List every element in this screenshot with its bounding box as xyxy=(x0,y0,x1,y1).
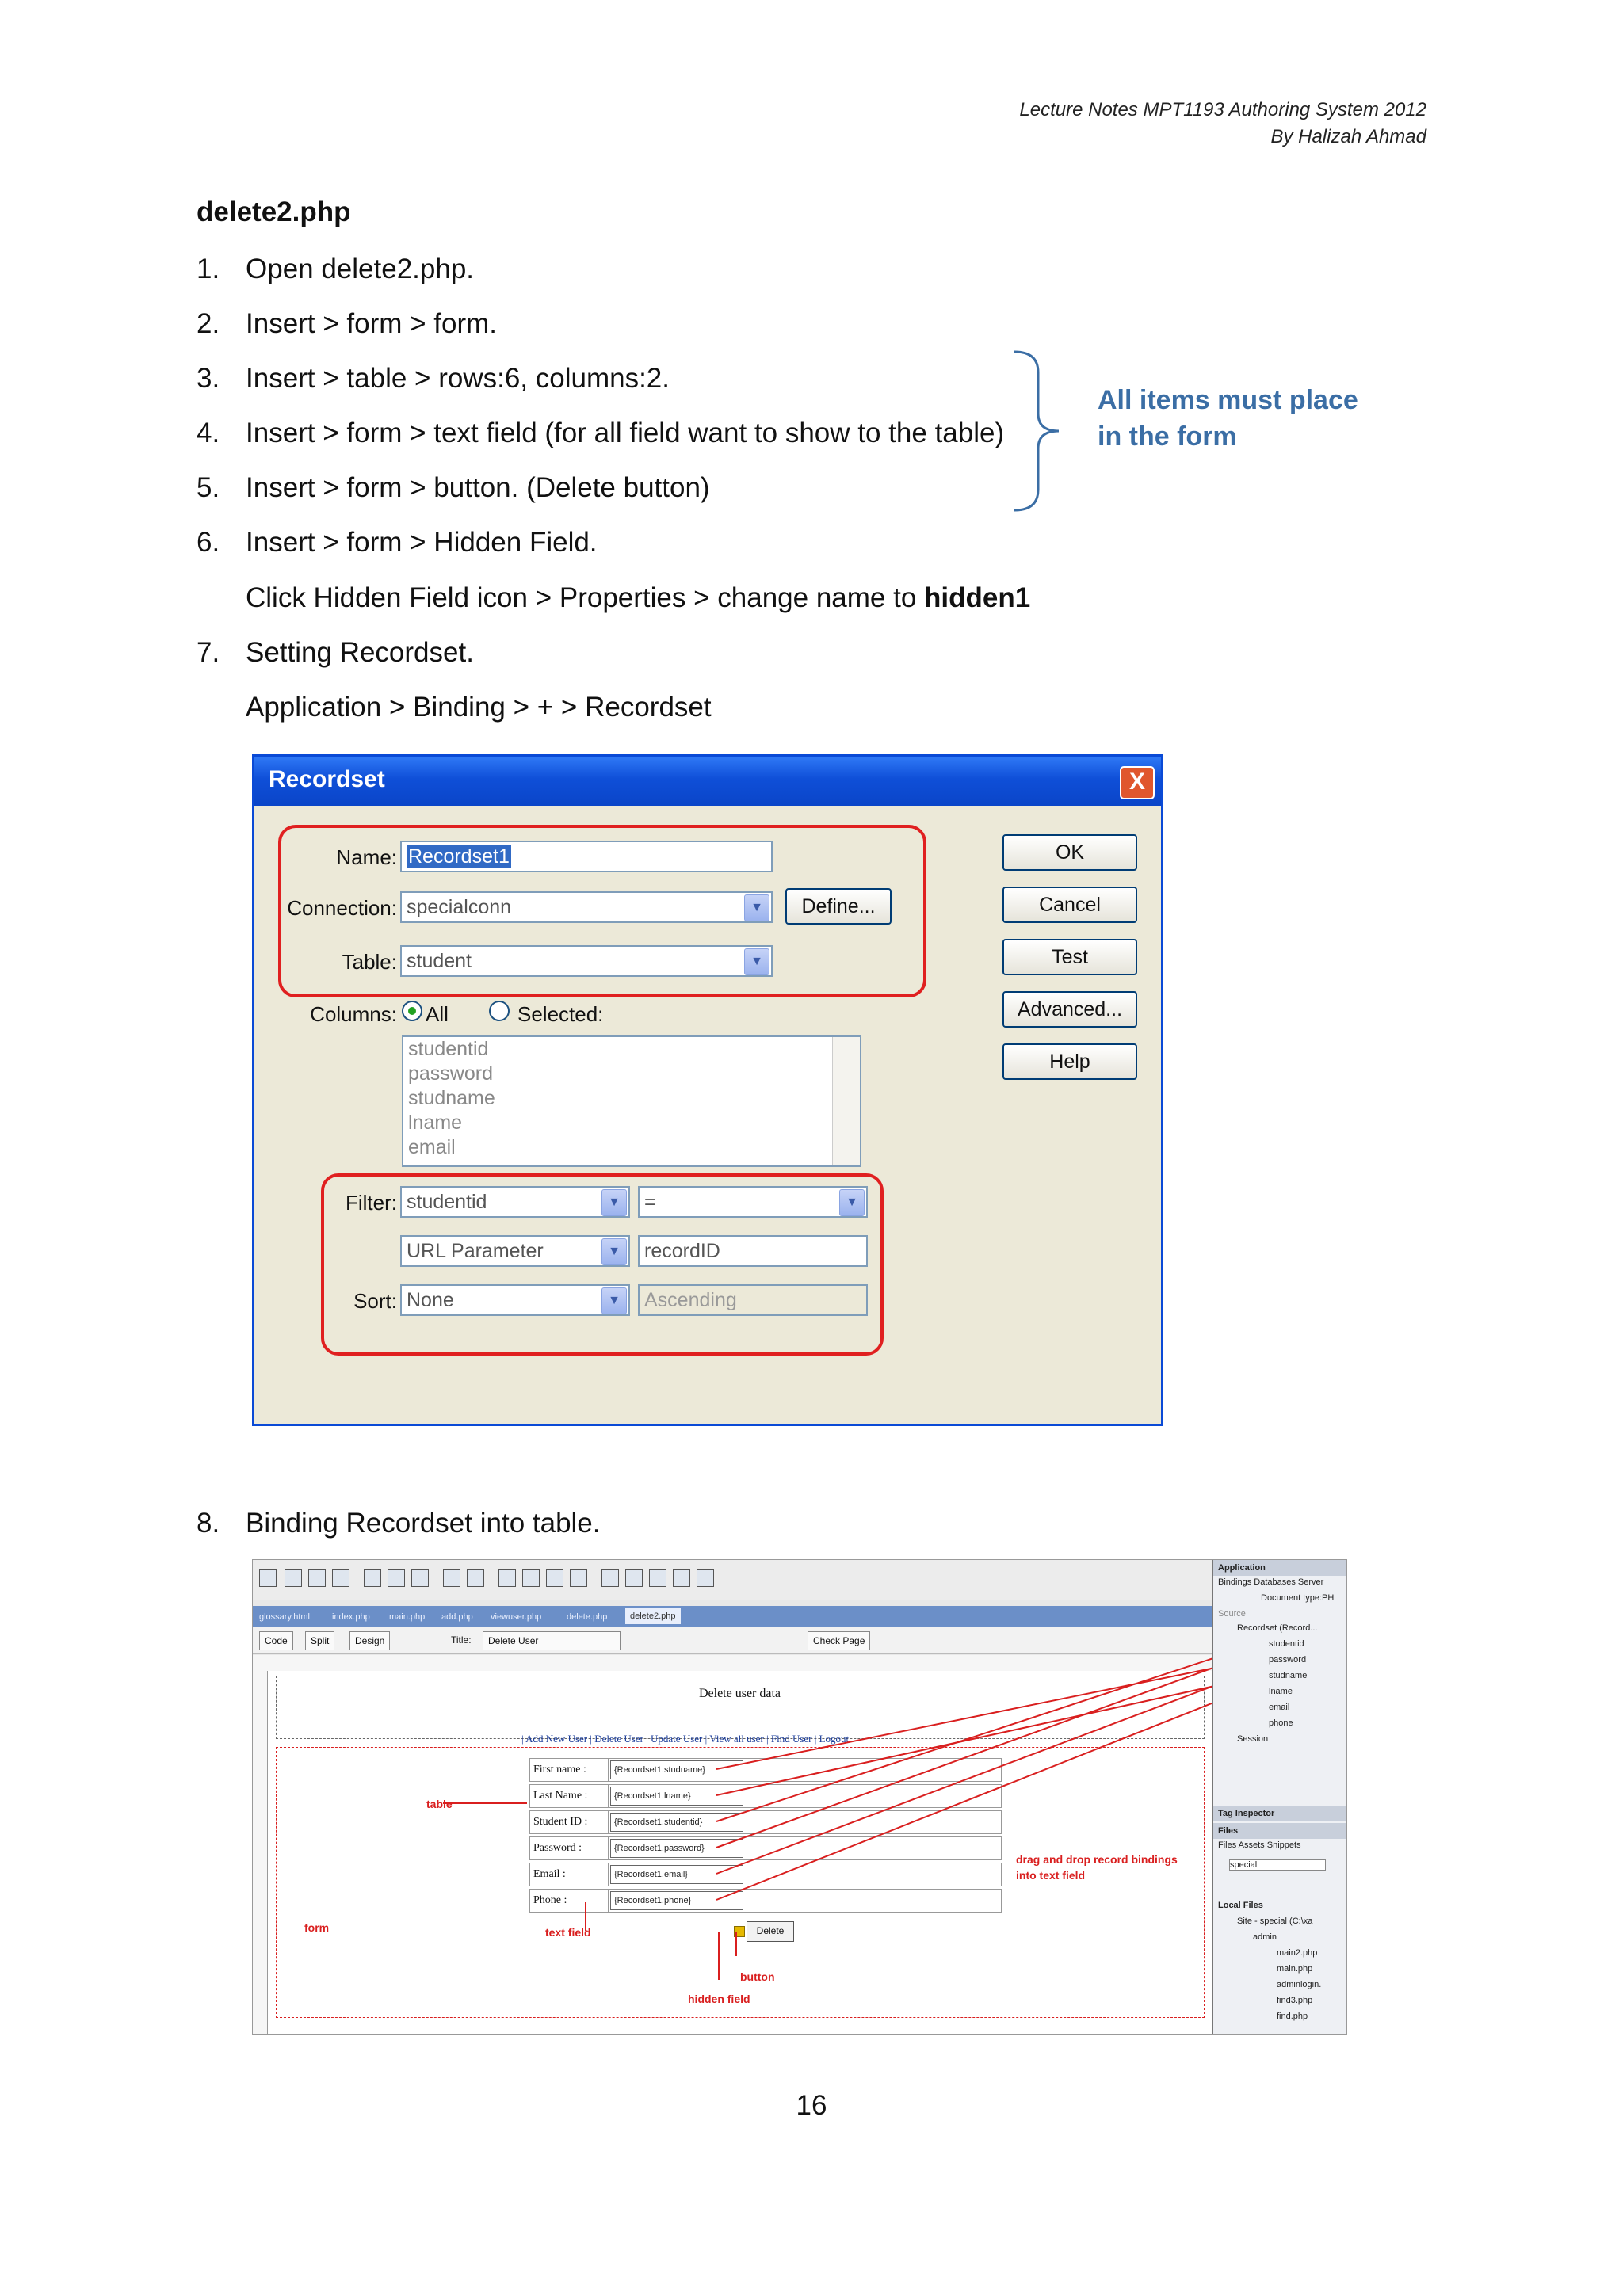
panel-tabs[interactable]: Bindings Databases Server xyxy=(1218,1577,1323,1587)
step-7: 7. Setting Recordset. xyxy=(197,637,474,668)
file-item[interactable]: adminlogin. xyxy=(1277,1980,1321,1989)
file-item[interactable]: find.php xyxy=(1277,2012,1308,2021)
doc-type: Document type:PH xyxy=(1261,1593,1335,1603)
close-icon[interactable]: X xyxy=(1120,766,1155,799)
local-files-label: Local Files xyxy=(1218,1901,1263,1910)
dreamweaver-window: glossary.html index.php main.php add.php… xyxy=(252,1559,1347,2035)
filter-source-select[interactable]: URL Parameter ▼ xyxy=(400,1235,630,1267)
tag-inspector-header[interactable]: Tag Inspector xyxy=(1213,1806,1346,1821)
columns-all-radio[interactable] xyxy=(402,1001,422,1021)
site-root[interactable]: Site - special (C:\xa xyxy=(1237,1917,1312,1926)
step-4: 4. Insert > form > text field (for all fi… xyxy=(197,418,1005,448)
ok-button[interactable]: OK xyxy=(1002,834,1137,871)
application-panel-header[interactable]: Application xyxy=(1213,1560,1346,1576)
sort-label: Sort: xyxy=(353,1289,397,1313)
header-line-2: By Halizah Ahmad xyxy=(1270,126,1426,147)
site-select[interactable]: special xyxy=(1229,1859,1326,1871)
cancel-button[interactable]: Cancel xyxy=(1002,887,1137,923)
binding-field[interactable]: email xyxy=(1269,1703,1289,1712)
filter-operator-select[interactable]: = ▼ xyxy=(638,1186,868,1218)
chevron-down-icon: ▼ xyxy=(601,1189,627,1216)
binding-field[interactable]: phone xyxy=(1269,1718,1293,1728)
step-3: 3. Insert > table > rows:6, columns:2. xyxy=(197,363,670,394)
callout-note: All items must place in the form xyxy=(1098,385,1358,452)
columns-label: Columns: xyxy=(310,1002,397,1026)
name-label: Name: xyxy=(336,845,397,869)
folder-admin[interactable]: admin xyxy=(1253,1932,1277,1942)
binding-arrows xyxy=(443,1642,1262,1980)
files-panel-header[interactable]: Files xyxy=(1213,1823,1346,1839)
test-button[interactable]: Test xyxy=(1002,939,1137,975)
help-button[interactable]: Help xyxy=(1002,1043,1137,1080)
dialog-titlebar: Recordset X xyxy=(254,757,1161,806)
dialog-title: Recordset xyxy=(269,766,385,792)
columns-list[interactable]: studentid password studname lname email xyxy=(402,1035,861,1167)
header-line-1: Lecture Notes MPT1193 Authoring System 2… xyxy=(1019,99,1426,120)
name-input[interactable]: Recordset1 xyxy=(400,841,773,872)
file-item[interactable]: find3.php xyxy=(1277,1996,1312,2005)
columns-scrollbar[interactable] xyxy=(832,1037,860,1165)
filter-value-input[interactable]: recordID xyxy=(638,1235,868,1267)
session-binding[interactable]: Session xyxy=(1237,1734,1268,1744)
recordset-binding[interactable]: Recordset (Record... xyxy=(1237,1623,1317,1633)
section-title: delete2.php xyxy=(197,196,351,227)
list-item: email xyxy=(408,1136,456,1158)
connection-select[interactable]: specialconn ▼ xyxy=(400,891,773,923)
file-item[interactable]: main.php xyxy=(1277,1964,1312,1974)
step-6-instruction: Click Hidden Field icon > Properties > c… xyxy=(246,582,1031,613)
page-number: 16 xyxy=(796,2090,827,2121)
binding-field[interactable]: password xyxy=(1269,1655,1306,1665)
binding-field[interactable]: studname xyxy=(1269,1671,1307,1680)
table-select[interactable]: student ▼ xyxy=(400,945,773,977)
columns-selected-radio[interactable] xyxy=(489,1001,510,1021)
right-panel: Application Bindings Databases Server Do… xyxy=(1212,1560,1346,2034)
define-button[interactable]: Define... xyxy=(785,888,892,925)
columns-selected-label: Selected: xyxy=(517,1002,604,1026)
connection-label: Connection: xyxy=(287,896,397,920)
chevron-down-icon: ▼ xyxy=(601,1238,627,1265)
step-7-instruction: Application > Binding > + > Recordset xyxy=(246,692,712,723)
chevron-down-icon: ▼ xyxy=(601,1287,627,1314)
list-item: studentid xyxy=(408,1038,489,1060)
filter-column-select[interactable]: studentid ▼ xyxy=(400,1186,630,1218)
advanced-button[interactable]: Advanced... xyxy=(1002,991,1137,1028)
filter-label: Filter: xyxy=(346,1191,397,1215)
sort-select[interactable]: None ▼ xyxy=(400,1284,630,1316)
recordset-dialog: Recordset X Name: Recordset1 Connection:… xyxy=(252,754,1163,1426)
columns-all-label: All xyxy=(426,1002,449,1026)
sort-order-select: Ascending xyxy=(638,1284,868,1316)
list-item: password xyxy=(408,1062,493,1085)
file-item[interactable]: main2.php xyxy=(1277,1948,1317,1958)
step-2: 2. Insert > form > form. xyxy=(197,308,498,339)
step-8: 8. Binding Recordset into table. xyxy=(197,1508,601,1539)
step-5: 5. Insert > form > button. (Delete button… xyxy=(197,472,710,503)
chevron-down-icon: ▼ xyxy=(744,948,769,975)
step-6: 6. Insert > form > Hidden Field. xyxy=(197,527,598,558)
source-label: Source xyxy=(1218,1609,1246,1619)
binding-field[interactable]: studentid xyxy=(1269,1639,1304,1649)
files-tabs[interactable]: Files Assets Snippets xyxy=(1218,1840,1301,1850)
step-1: 1. Open delete2.php. xyxy=(197,254,475,284)
list-item: studname xyxy=(408,1087,495,1109)
binding-field[interactable]: lname xyxy=(1269,1687,1293,1696)
list-item: lname xyxy=(408,1112,463,1134)
chevron-down-icon: ▼ xyxy=(744,894,769,921)
chevron-down-icon: ▼ xyxy=(839,1189,865,1216)
table-label: Table: xyxy=(342,950,397,974)
brace-icon xyxy=(1014,350,1060,512)
